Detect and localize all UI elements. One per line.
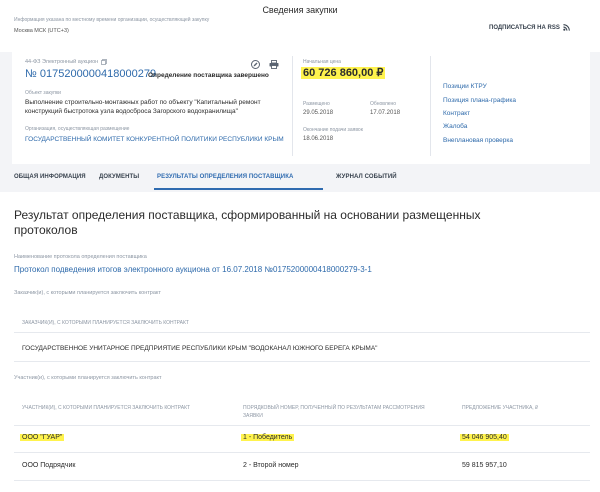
deadline-date: 18.06.2018 — [303, 136, 334, 142]
customers-header: ЗАКАЗЧИК(И), С КОТОРЫМИ ПЛАНИРУЕТСЯ ЗАКЛ… — [22, 320, 189, 326]
tab-general-info[interactable]: ОБЩАЯ ИНФОРМАЦИЯ — [14, 174, 86, 180]
participant-rank: 2 - Второй номер — [243, 462, 299, 469]
results-title-line2: протоколов — [14, 223, 78, 237]
procurement-number[interactable]: № 0175200000418000279 — [25, 68, 156, 80]
updated-label: Обновлено — [370, 101, 397, 107]
participants-label: Участник(и), с которыми планируется закл… — [14, 375, 162, 381]
participant-offer: 54 046 905,40 — [460, 434, 509, 441]
sidelink-contract[interactable]: Контракт — [443, 110, 470, 117]
rss-icon — [563, 24, 570, 31]
participant-offer: 59 815 957,10 — [462, 462, 507, 469]
sidelink-inspection[interactable]: Внеплановая проверка — [443, 137, 513, 144]
copy-icon[interactable] — [101, 59, 108, 65]
procurement-status: Определение поставщика завершено — [148, 72, 269, 79]
rss-subscribe-link[interactable]: ПОДПИСАТЬСЯ НА RSS — [489, 24, 570, 31]
object-description-line2: конструкций быстротока узла водосброса З… — [25, 108, 238, 115]
customers-label: Заказчик(и), с которыми планируется закл… — [14, 290, 161, 296]
col-rank-header-line2: ЗАЯВКИ — [243, 413, 263, 419]
updated-date: 17.07.2018 — [370, 110, 401, 116]
object-label: Объект закупки — [25, 90, 61, 96]
participant-name: ООО "ГУАР" — [20, 434, 65, 441]
col-participant-header: УЧАСТНИК(И), С КОТОРЫМИ ПЛАНИРУЕТСЯ ЗАКЛ… — [22, 405, 191, 411]
deadline-label: Окончание подачи заявок — [303, 127, 363, 133]
sidelink-complaint[interactable]: Жалоба — [443, 123, 467, 130]
customer-name: ГОСУДАРСТВЕННОЕ УНИТАРНОЕ ПРЕДПРИЯТИЕ РЕ… — [22, 345, 378, 352]
results-title-line1: Результат определения поставщика, сформи… — [14, 208, 481, 222]
initial-price: 60 726 860,00 ₽ — [301, 67, 386, 79]
active-tab-indicator — [154, 188, 323, 190]
tab-documents[interactable]: ДОКУМЕНТЫ — [99, 174, 139, 180]
protocol-label: Наименование протокола определения поста… — [14, 254, 147, 260]
participant-rank: 1 - Победитель — [241, 434, 295, 441]
posted-date: 29.05.2018 — [303, 110, 334, 116]
participant-name: ООО Подрядчик — [22, 462, 76, 469]
posted-label: Размещено — [303, 101, 330, 107]
protocol-link[interactable]: Протокол подведения итогов электронного … — [14, 265, 372, 274]
price-label: Начальная цена — [303, 59, 341, 65]
page-title: Сведения закупки — [262, 5, 338, 15]
organization-link[interactable]: ГОСУДАРСТВЕННЫЙ КОМИТЕТ КОНКУРЕНТНОЙ ПОЛ… — [25, 136, 284, 143]
object-description-line1: Выполнение строительно-монтажных работ п… — [25, 99, 261, 106]
print-icon[interactable] — [269, 60, 279, 69]
sidelink-plan-schedule[interactable]: Позиция плана-графика — [443, 97, 516, 104]
results-panel — [0, 192, 600, 492]
tab-event-log[interactable]: ЖУРНАЛ СОБЫТИЙ — [336, 174, 397, 180]
organization-label: Организация, осуществляющая размещение — [25, 126, 130, 132]
tab-supplier-results[interactable]: РЕЗУЛЬТАТЫ ОПРЕДЕЛЕНИЯ ПОСТАВЩИКА — [157, 174, 293, 180]
col-rank-header-line1: ПОРЯДКОВЫЙ НОМЕР, ПОЛУЧЕННЫЙ ПО РЕЗУЛЬТА… — [243, 405, 425, 411]
sidelink-ktru[interactable]: Позиции КТРУ — [443, 83, 487, 90]
timezone: Москва МСК (UTC+3) — [14, 28, 69, 34]
timezone-notice: Информация указана по местному времени о… — [14, 17, 210, 23]
law-type: 44-ФЗ Электронный аукцион — [25, 59, 108, 65]
edit-icon[interactable] — [251, 60, 260, 69]
col-offer-header: ПРЕДЛОЖЕНИЕ УЧАСТНИКА, ₽ — [462, 405, 539, 411]
